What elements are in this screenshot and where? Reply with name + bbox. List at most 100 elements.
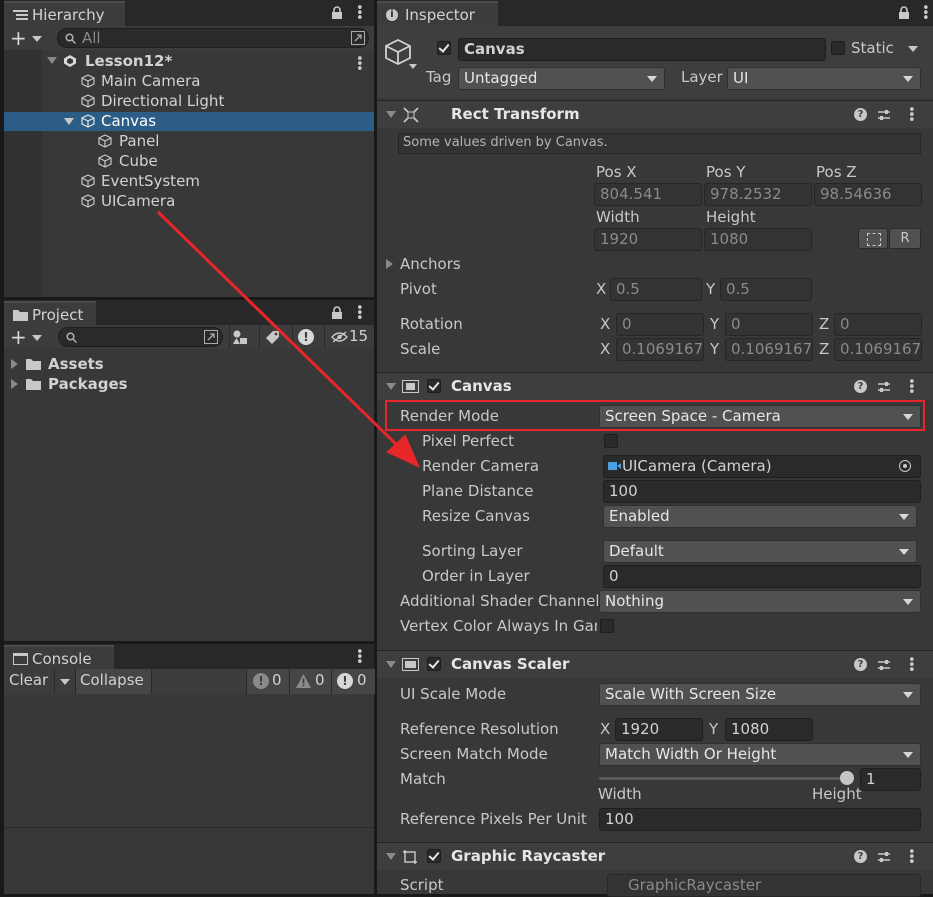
hierarchy-item-panel[interactable]: Panel (119, 132, 159, 150)
match-slider-track[interactable] (599, 777, 851, 780)
component-menu-icon[interactable]: • • • (908, 654, 916, 677)
ref-y-field[interactable]: 1080 (725, 718, 813, 741)
lock-icon[interactable] (331, 306, 343, 319)
tab-hierarchy[interactable]: Hierarchy (4, 1, 125, 26)
hierarchy-item-canvas[interactable]: Canvas (101, 112, 156, 130)
add-dropdown-chevron-icon[interactable] (32, 36, 42, 42)
project-search-input[interactable] (58, 327, 223, 347)
more-menu-icon[interactable]: • • • (922, 2, 930, 25)
info-count: 0 (272, 671, 282, 689)
anchors-label[interactable]: Anchors (400, 255, 461, 273)
folder-packages[interactable]: Packages (48, 375, 128, 393)
shader-channels-dropdown[interactable]: Nothing (599, 590, 921, 613)
static-dropdown-chevron-icon[interactable] (908, 46, 918, 52)
create-button[interactable]: + (10, 326, 27, 348)
component-menu-icon[interactable]: • • • (908, 104, 916, 127)
hierarchy-item-uicamera[interactable]: UICamera (101, 192, 175, 210)
help-icon[interactable]: ? (854, 658, 867, 671)
rect-transform-header[interactable]: Rect Transform ? • • • (377, 100, 933, 128)
canvas-header[interactable]: Canvas ? • • • (377, 372, 933, 400)
hidden-packages-icon[interactable] (331, 331, 348, 343)
scene-foldout-icon[interactable] (47, 57, 57, 64)
canvas-scaler-enabled-checkbox[interactable] (427, 657, 441, 671)
filter-by-label-icon[interactable] (265, 330, 280, 345)
hierarchy-row-selected[interactable] (4, 112, 374, 131)
more-menu-icon[interactable]: • • • (356, 2, 364, 25)
object-name-input[interactable]: Canvas (458, 38, 826, 61)
plane-distance-field[interactable]: 100 (603, 480, 921, 503)
graphic-raycaster-enabled-checkbox[interactable] (427, 849, 441, 863)
active-checkbox[interactable] (437, 41, 451, 55)
resize-canvas-label: Resize Canvas (422, 507, 530, 525)
pixel-perfect-checkbox[interactable] (604, 434, 618, 448)
match-label: Match (400, 770, 446, 788)
scene-name[interactable]: Lesson12* (85, 52, 172, 70)
rot-z-label: Z (819, 315, 830, 333)
plane-distance-label: Plane Distance (422, 482, 534, 500)
help-icon[interactable]: ? (854, 380, 867, 393)
hierarchy-item-cube[interactable]: Cube (119, 152, 158, 170)
scene-menu-icon[interactable]: • • • (356, 53, 364, 76)
tab-console[interactable]: Console (4, 645, 114, 670)
clear-options-chevron-icon[interactable] (60, 679, 70, 685)
search-options-icon[interactable] (204, 330, 218, 344)
canvas-foldout-icon[interactable] (64, 118, 74, 125)
tab-inspector[interactable]: i Inspector (377, 1, 498, 26)
object-picker-icon[interactable] (899, 460, 911, 472)
filter-by-type-icon[interactable] (232, 330, 248, 345)
presets-icon[interactable] (877, 108, 891, 122)
component-menu-icon[interactable]: • • • (908, 376, 916, 399)
ref-x-field[interactable]: 1920 (615, 718, 703, 741)
more-menu-icon[interactable]: • • • (356, 646, 364, 669)
tab-project[interactable]: Project (4, 301, 96, 326)
packages-foldout-icon[interactable] (11, 379, 18, 389)
foldout-icon[interactable] (386, 853, 396, 860)
static-checkbox[interactable] (831, 41, 845, 55)
add-button[interactable]: + (10, 27, 27, 49)
rect-transform-icon (403, 107, 419, 123)
layer-dropdown[interactable]: UI (727, 67, 921, 90)
help-icon[interactable]: ? (854, 850, 867, 863)
presets-icon[interactable] (877, 850, 891, 864)
hierarchy-search-input[interactable]: All (57, 28, 369, 48)
screen-match-mode-dropdown[interactable]: Match Width Or Height (599, 743, 921, 766)
reference-ppu-field[interactable]: 100 (599, 808, 921, 831)
graphic-raycaster-header[interactable]: Graphic Raycaster ? • • • (377, 842, 933, 870)
lock-icon[interactable] (331, 6, 343, 19)
assets-foldout-icon[interactable] (11, 359, 18, 369)
layer-label: Layer (681, 68, 723, 86)
foldout-icon[interactable] (386, 661, 396, 668)
presets-icon[interactable] (877, 658, 891, 672)
raw-edit-button[interactable]: R (889, 228, 921, 249)
anchors-foldout-icon[interactable] (386, 259, 393, 269)
foldout-icon[interactable] (386, 111, 396, 118)
canvas-enabled-checkbox[interactable] (427, 379, 441, 393)
tag-dropdown[interactable]: Untagged (458, 67, 665, 90)
blueprint-mode-button[interactable] (858, 228, 888, 249)
render-camera-field[interactable]: UICamera (Camera) (603, 455, 921, 478)
ui-scale-mode-dropdown[interactable]: Scale With Screen Size (599, 683, 921, 706)
folder-assets[interactable]: Assets (48, 355, 104, 373)
canvas-scaler-header[interactable]: Canvas Scaler ? • • • (377, 650, 933, 678)
icon-dropdown-chevron-icon[interactable] (409, 64, 417, 69)
more-menu-icon[interactable]: • • • (356, 302, 364, 325)
sorting-layer-dropdown[interactable]: Default (603, 540, 917, 563)
search-options-icon[interactable] (351, 31, 365, 45)
match-value-field[interactable]: 1 (860, 768, 921, 791)
vertex-color-checkbox[interactable] (600, 619, 614, 633)
warning-filter-icon[interactable]: ! (298, 329, 314, 345)
order-in-layer-field[interactable]: 0 (603, 565, 921, 588)
hierarchy-item-main-camera[interactable]: Main Camera (101, 72, 200, 90)
help-icon[interactable]: ? (854, 108, 867, 121)
hierarchy-item-directional-light[interactable]: Directional Light (101, 92, 224, 110)
lock-icon[interactable] (898, 6, 910, 19)
foldout-icon[interactable] (386, 383, 396, 390)
match-slider-thumb[interactable] (840, 771, 854, 785)
resize-canvas-dropdown[interactable]: Enabled (603, 505, 917, 528)
presets-icon[interactable] (877, 380, 891, 394)
component-menu-icon[interactable]: • • • (908, 846, 916, 869)
gameobject-large-icon[interactable] (384, 38, 412, 66)
create-dropdown-chevron-icon[interactable] (32, 335, 42, 341)
clear-button[interactable]: Clear (9, 671, 48, 689)
hierarchy-item-eventsystem[interactable]: EventSystem (101, 172, 200, 190)
